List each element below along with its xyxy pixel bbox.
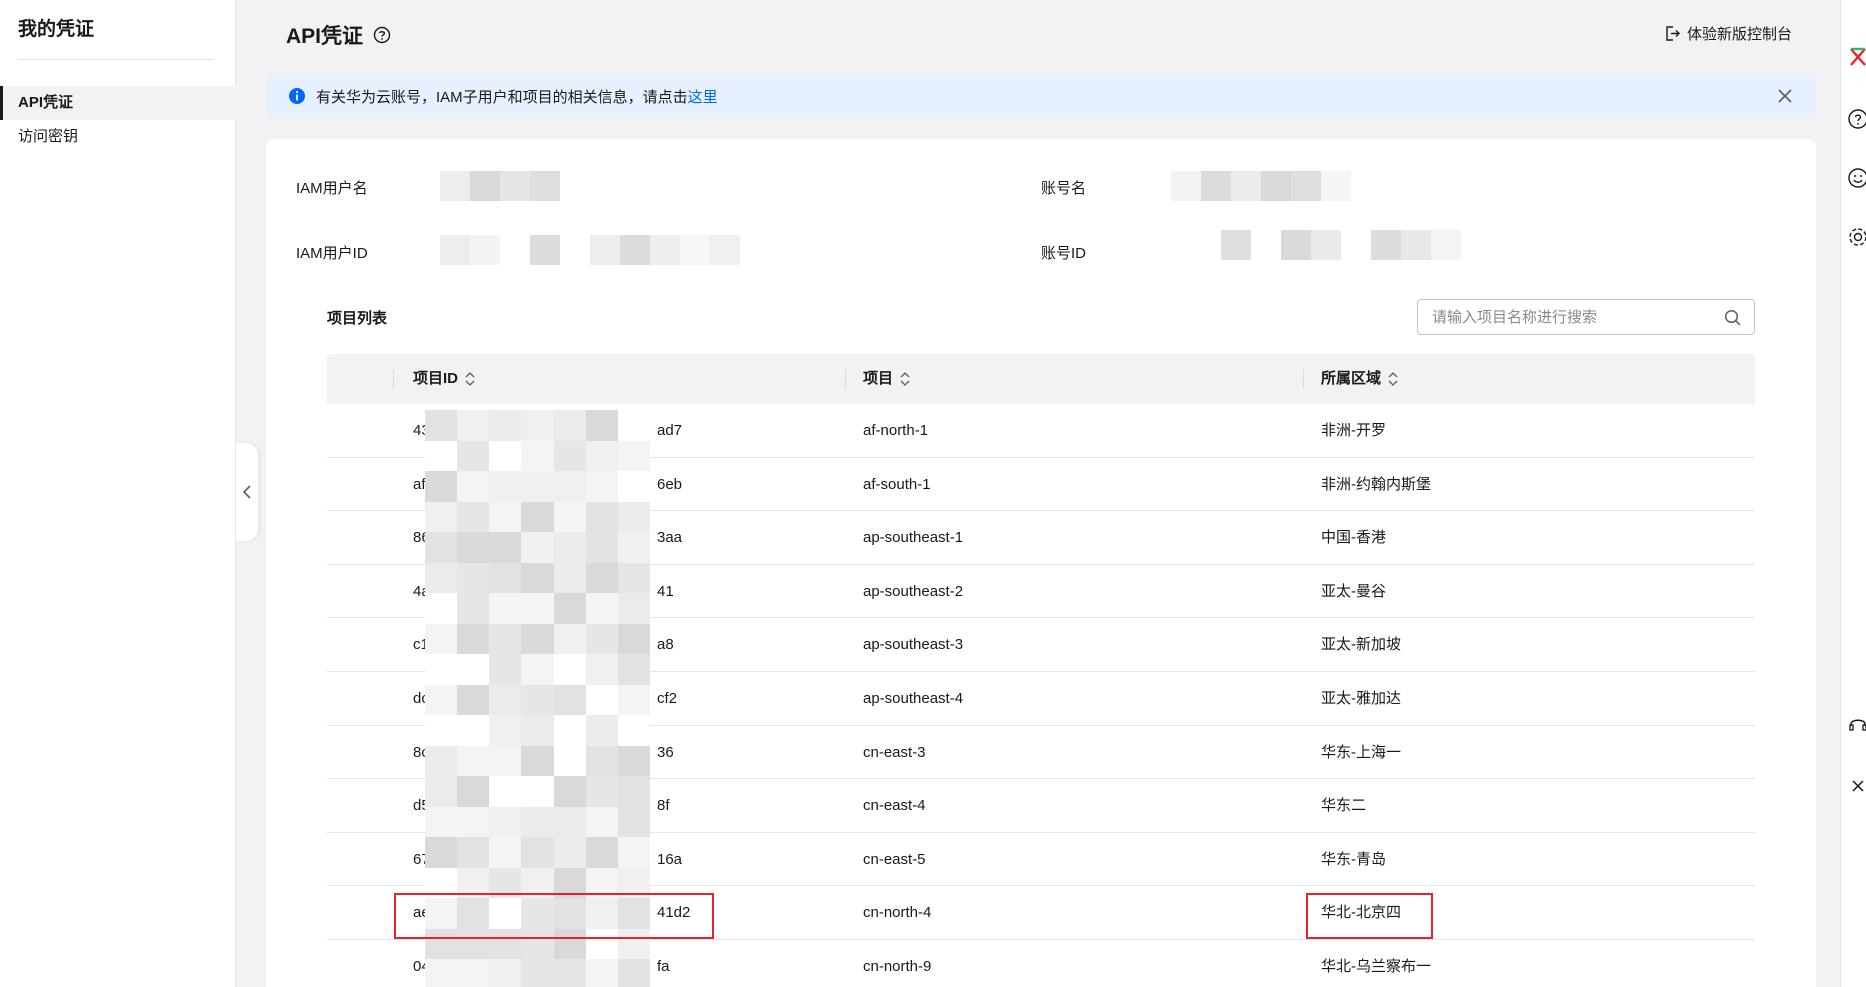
table-header: 项目ID 项目 所属区域 bbox=[327, 354, 1755, 404]
account-name-label: 账号名 bbox=[1041, 180, 1087, 197]
search-icon[interactable] bbox=[1724, 309, 1742, 327]
info-banner-link[interactable]: 这里 bbox=[688, 86, 718, 107]
iam-user-id-label: IAM用户ID bbox=[296, 245, 368, 262]
project-name: cn-north-9 bbox=[863, 957, 932, 975]
redaction-mosaic bbox=[425, 410, 650, 987]
info-icon bbox=[289, 88, 305, 104]
project-id-suffix: 41d2 bbox=[657, 904, 691, 922]
column-header-label: 项目ID bbox=[413, 370, 459, 387]
collapse-rail-icon[interactable] bbox=[1847, 776, 1866, 798]
close-icon[interactable] bbox=[1776, 87, 1794, 105]
project-region: 非洲-开罗 bbox=[1321, 422, 1386, 439]
sidebar-collapse-handle[interactable] bbox=[236, 443, 258, 541]
sort-icon[interactable] bbox=[899, 371, 911, 387]
project-id-suffix: 3aa bbox=[657, 529, 683, 547]
logo-icon[interactable] bbox=[1847, 46, 1866, 68]
project-id-suffix: 36 bbox=[657, 743, 674, 761]
project-region: 中国-香港 bbox=[1321, 529, 1386, 547]
project-name: af-south-1 bbox=[863, 475, 931, 493]
sidebar-title: 我的凭证 bbox=[18, 19, 95, 40]
sort-icon[interactable] bbox=[1387, 371, 1399, 387]
page-title: API凭证 bbox=[286, 20, 391, 50]
column-header-label: 所属区域 bbox=[1321, 370, 1382, 387]
help-icon[interactable] bbox=[1847, 108, 1866, 130]
project-region: 华北-乌兰察布一 bbox=[1321, 957, 1431, 975]
question-circle-icon[interactable] bbox=[373, 26, 391, 44]
column-header-label: 项目 bbox=[863, 370, 894, 387]
project-region: 亚太-新加坡 bbox=[1321, 636, 1401, 654]
headset-icon[interactable] bbox=[1847, 713, 1866, 735]
project-region: 亚太-雅加达 bbox=[1321, 689, 1401, 707]
project-region: 华东-青岛 bbox=[1321, 850, 1386, 868]
page-title-text: API凭证 bbox=[286, 25, 364, 48]
column-separator bbox=[393, 369, 394, 389]
iam-user-id-value bbox=[440, 235, 740, 265]
project-id-prefix: af bbox=[413, 475, 426, 493]
project-id-suffix: fa bbox=[657, 957, 670, 975]
project-name: ap-southeast-1 bbox=[863, 529, 964, 547]
info-banner-text: 有关华为云账号，IAM子用户和项目的相关信息，请点击 bbox=[316, 88, 688, 106]
right-toolbar bbox=[1840, 0, 1866, 987]
sidebar-divider bbox=[18, 59, 213, 60]
sidebar-item-access-keys[interactable]: 访问密钥 bbox=[0, 120, 236, 154]
feedback-smile-icon[interactable] bbox=[1847, 167, 1866, 189]
project-name: cn-east-5 bbox=[863, 850, 926, 868]
project-name: ap-southeast-3 bbox=[863, 636, 964, 654]
column-separator bbox=[845, 369, 846, 389]
column-header-project[interactable]: 项目 bbox=[863, 354, 911, 404]
project-id-suffix: 16a bbox=[657, 850, 683, 868]
column-separator bbox=[1303, 369, 1304, 389]
project-name: ap-southeast-4 bbox=[863, 689, 964, 707]
project-id-suffix: ad7 bbox=[657, 422, 683, 439]
new-console-label: 体验新版控制台 bbox=[1686, 26, 1792, 43]
sidebar-item-api-credentials[interactable]: API凭证 bbox=[0, 86, 236, 120]
project-id-suffix: cf2 bbox=[657, 689, 678, 707]
account-id-value bbox=[1221, 230, 1461, 260]
project-region: 华东-上海一 bbox=[1321, 743, 1401, 761]
project-id-suffix: 41 bbox=[657, 582, 674, 600]
column-header-project-id[interactable]: 项目ID bbox=[413, 354, 476, 404]
project-region: 华东二 bbox=[1321, 797, 1367, 815]
iam-user-name-label: IAM用户名 bbox=[296, 180, 368, 197]
project-name: af-north-1 bbox=[863, 422, 929, 439]
project-search-input[interactable] bbox=[1432, 300, 1712, 334]
gear-icon[interactable] bbox=[1847, 226, 1866, 248]
account-id-label: 账号ID bbox=[1041, 245, 1087, 262]
exit-icon bbox=[1666, 26, 1680, 41]
project-id-suffix: a8 bbox=[657, 636, 674, 654]
project-id-suffix: 6eb bbox=[657, 475, 683, 493]
project-search bbox=[1417, 299, 1755, 335]
project-name: cn-east-3 bbox=[863, 743, 926, 761]
iam-user-name-value bbox=[440, 171, 560, 201]
project-region: 非洲-约翰内斯堡 bbox=[1321, 475, 1431, 493]
new-console-link[interactable]: 体验新版控制台 bbox=[1664, 23, 1792, 44]
project-region: 亚太-曼谷 bbox=[1321, 582, 1386, 600]
project-list-title: 项目列表 bbox=[327, 310, 388, 327]
project-name: ap-southeast-2 bbox=[863, 582, 964, 600]
project-id-suffix: 8f bbox=[657, 797, 670, 815]
project-region: 华北-北京四 bbox=[1321, 904, 1401, 922]
info-banner: 有关华为云账号，IAM子用户和项目的相关信息，请点击 这里 bbox=[266, 74, 1816, 118]
sidebar: 我的凭证 API凭证 访问密钥 bbox=[0, 0, 236, 987]
chevron-left-icon bbox=[242, 485, 251, 499]
project-name: cn-north-4 bbox=[863, 904, 932, 922]
project-name: cn-east-4 bbox=[863, 797, 926, 815]
sort-icon[interactable] bbox=[464, 371, 476, 387]
account-name-value bbox=[1171, 171, 1351, 201]
column-header-region[interactable]: 所属区域 bbox=[1321, 354, 1399, 404]
